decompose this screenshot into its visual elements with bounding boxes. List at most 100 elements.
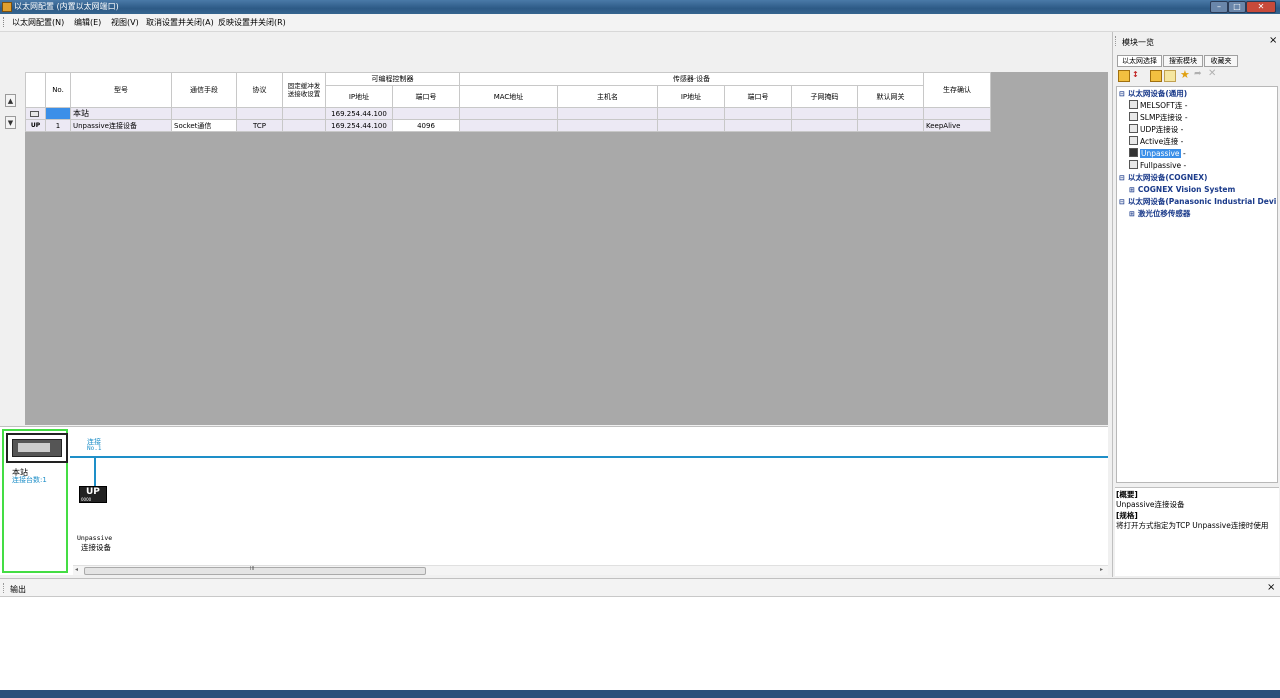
tree-sub-cognex-vision[interactable]: ⊞ COGNEX Vision System <box>1129 184 1235 195</box>
diagram-hscrollbar[interactable]: ◂ III ▸ <box>73 565 1108 575</box>
header-model: 型号 <box>70 72 172 108</box>
device-row-fixed[interactable] <box>282 119 326 132</box>
unpassive-icon <box>1129 148 1138 157</box>
sort-az-icon[interactable]: ↕ <box>1132 70 1144 82</box>
scroll-thumb-grip: III <box>250 566 255 572</box>
header-port: 端口号 <box>392 85 460 108</box>
menu-view[interactable]: 视图(V) <box>111 17 139 28</box>
fullpassive-icon <box>1129 160 1138 169</box>
device-up-icon: UP <box>30 122 41 129</box>
header-icon-col <box>25 72 46 108</box>
menu-apply-close[interactable]: 反映设置并关闭(R) <box>218 17 286 28</box>
station-row-ip: 169.254.44.100 <box>325 107 393 120</box>
menu-cancel-close[interactable]: 取消设置并关闭(A) <box>146 17 214 28</box>
module-list-panel: 模块一览 × 以太网选择 搜索模块 收藏夹 ↕ ★ ➦ ✕ ⊟ 以太网设备(通用)… <box>1112 32 1280 577</box>
device-badge-sub: 0000 <box>81 497 92 502</box>
device-row-comm[interactable]: Socket通信 <box>171 119 237 132</box>
output-pane[interactable] <box>0 596 1280 691</box>
menu-edit[interactable]: 编辑(E) <box>74 17 101 28</box>
tree-category-cognex[interactable]: ⊟ 以太网设备(COGNEX) <box>1119 172 1207 183</box>
unpassive-device-icon[interactable]: UP 0000 <box>79 486 107 503</box>
tree-category-general[interactable]: ⊟ 以太网设备(通用) <box>1119 88 1187 99</box>
menu-bar: 以太网配置(N) 编辑(E) 视图(V) 取消设置并关闭(A) 反映设置并关闭(… <box>0 14 1280 32</box>
station-row-label: 本站 <box>70 107 172 120</box>
network-bus-line <box>70 456 1108 458</box>
device-name-line2: 连接设备 <box>81 543 111 552</box>
header-plc-group: 可编程控制器 <box>325 72 460 86</box>
app-icon <box>2 2 12 12</box>
header-protocol: 协议 <box>236 72 283 108</box>
header-alive: 生存确认 <box>923 72 991 108</box>
active-icon <box>1129 136 1138 145</box>
device-row-protocol[interactable]: TCP <box>236 119 283 132</box>
maximize-button[interactable]: □ <box>1228 1 1246 13</box>
tree-category-panasonic[interactable]: ⊟ 以太网设备(Panasonic Industrial Devi <box>1119 196 1276 207</box>
title-bar: 以太网配置 (内置以太网端口) – □ ✕ <box>0 0 1280 14</box>
delete-icon[interactable]: ✕ <box>1208 68 1216 79</box>
device-row-ip: 169.254.44.100 <box>325 119 393 132</box>
taskbar <box>0 690 1280 698</box>
plc-icon <box>30 110 39 117</box>
sort-icon[interactable] <box>1118 70 1130 82</box>
move-up-button[interactable]: ▲ <box>5 94 16 107</box>
station-count: 连接台数:1 <box>12 476 47 484</box>
slmp-icon <box>1129 112 1138 121</box>
menu-ethernet-config[interactable]: 以太网配置(N) <box>12 17 64 28</box>
connection-drop-line <box>94 458 96 486</box>
header-sensor-port: 端口号 <box>724 85 792 108</box>
output-title: 输出 <box>10 585 26 594</box>
tree-item-udp[interactable]: UDP连接设 - <box>1129 124 1183 135</box>
tree-item-melsoft[interactable]: MELSOFT连 - <box>1129 100 1187 111</box>
scroll-right-arrow[interactable]: ▸ <box>1100 566 1103 573</box>
spec-text: 将打开方式指定为TCP Unpassive连接时使用 <box>1116 521 1269 530</box>
row-nav-strip: ▲ ▼ <box>0 32 25 426</box>
panel-toolbar: ↕ ★ ➦ ✕ <box>1118 68 1268 83</box>
melsoft-icon <box>1129 100 1138 109</box>
panel-grip <box>1115 36 1118 46</box>
station-row-no-cell[interactable] <box>45 107 71 120</box>
collapse-icon[interactable] <box>1164 70 1176 82</box>
device-row-alive[interactable]: KeepAlive <box>923 119 991 132</box>
summary-text: Unpassive连接设备 <box>1116 500 1185 509</box>
output-grip <box>3 583 6 593</box>
header-comm: 通信手段 <box>171 72 237 108</box>
tree-sub-laser-sensor[interactable]: ⊞ 激光位移传感器 <box>1129 208 1190 219</box>
panel-close-icon[interactable]: × <box>1269 35 1277 46</box>
header-fixed-buffer: 固定缓冲发送接收设置 <box>282 72 326 108</box>
expand-icon[interactable] <box>1150 70 1162 82</box>
header-gateway: 默认网关 <box>857 85 924 108</box>
tab-favorites[interactable]: 收藏夹 <box>1204 55 1238 67</box>
table-row[interactable]: 本站 169.254.44.100 <box>25 107 991 120</box>
scroll-thumb[interactable]: III <box>84 566 426 575</box>
header-subnet: 子网掩码 <box>791 85 858 108</box>
plc-module-icon[interactable] <box>6 433 68 463</box>
move-down-button[interactable]: ▼ <box>5 116 16 129</box>
device-row-model[interactable]: Unpassive连接设备 <box>70 119 172 132</box>
tree-item-active[interactable]: Active连接 - <box>1129 136 1183 147</box>
close-button[interactable]: ✕ <box>1246 1 1276 13</box>
favorite-star-icon[interactable]: ★ <box>1180 68 1190 81</box>
header-no: No. <box>45 72 71 108</box>
tab-ethernet-select[interactable]: 以太网选择 <box>1117 55 1162 67</box>
output-header: 输出 × <box>0 578 1280 597</box>
menu-grip <box>3 17 6 27</box>
network-diagram: 本站 连接台数:1 连接 No.1 UP 0000 Unpassive 连接设备… <box>0 426 1108 575</box>
table-row[interactable]: UP 1 Unpassive连接设备 Socket通信 TCP 169.254.… <box>25 119 991 132</box>
tab-search-module[interactable]: 搜索模块 <box>1163 55 1203 67</box>
station-row-icon <box>25 107 46 120</box>
tree-item-fullpassive[interactable]: Fullpassive - <box>1129 160 1186 171</box>
minimize-button[interactable]: – <box>1210 1 1228 13</box>
module-description: [概要] Unpassive连接设备 [规格] 将打开方式指定为TCP Unpa… <box>1115 487 1279 576</box>
window-title: 以太网配置 (内置以太网端口) <box>14 2 119 11</box>
module-tree: ⊟ 以太网设备(通用) MELSOFT连 - SLMP连接设 - UDP连接设 -… <box>1116 86 1278 483</box>
device-badge-text: UP <box>86 487 100 497</box>
device-row-port[interactable]: 4096 <box>392 119 460 132</box>
tree-item-slmp[interactable]: SLMP连接设 - <box>1129 112 1188 123</box>
tree-item-unpassive[interactable]: Unpassive - <box>1129 148 1186 159</box>
device-name-line1: Unpassive <box>77 534 113 542</box>
connection-table: No. 型号 通信手段 协议 固定缓冲发送接收设置 可编程控制器 传感器·设备 … <box>25 72 991 132</box>
udp-icon <box>1129 124 1138 133</box>
output-close-icon[interactable]: × <box>1267 582 1275 593</box>
scroll-left-arrow[interactable]: ◂ <box>75 566 78 573</box>
add-favorite-icon[interactable]: ➦ <box>1194 69 1202 79</box>
